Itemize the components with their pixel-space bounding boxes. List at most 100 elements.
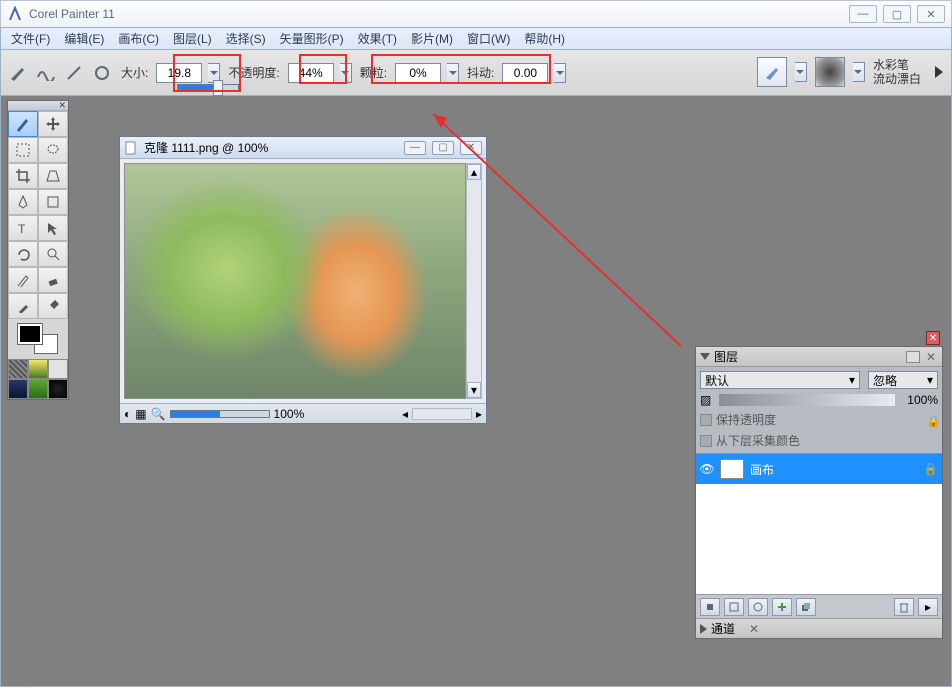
brush-tool[interactable] <box>8 111 38 137</box>
vertical-scrollbar[interactable]: ▴ ▾ <box>466 163 482 399</box>
rotate-tool[interactable] <box>8 241 38 267</box>
channels-header[interactable]: 通道 ✕ <box>696 618 942 638</box>
close-button[interactable]: ✕ <box>917 5 945 23</box>
keep-transparency-checkbox[interactable] <box>700 414 712 426</box>
opacity-dropdown[interactable] <box>340 63 352 83</box>
scroll-up-button[interactable]: ▴ <box>467 164 481 180</box>
channels-close-icon[interactable]: ✕ <box>747 622 761 636</box>
new-layer-plus-button[interactable] <box>772 598 792 616</box>
collapse-triangle-icon[interactable] <box>700 353 710 360</box>
brush-name-display: 水彩笔 流动漂白 <box>873 58 921 86</box>
visibility-eye-icon[interactable]: 👁 <box>700 462 714 476</box>
brush-variant-dropdown[interactable] <box>853 62 865 82</box>
document-titlebar[interactable]: 克隆 1111.png @ 100% — ▢ ✕ <box>120 137 486 159</box>
eyedropper-tool[interactable] <box>8 293 38 319</box>
move-tool[interactable] <box>38 111 68 137</box>
menu-file[interactable]: 文件(F) <box>5 28 56 49</box>
color-wells[interactable] <box>8 319 68 359</box>
lasso-tool[interactable] <box>38 137 68 163</box>
doc-close-button[interactable]: ✕ <box>460 141 482 155</box>
clone-tool[interactable] <box>8 267 38 293</box>
opacity-input[interactable]: 44% <box>288 63 334 83</box>
selection-arrow-tool[interactable] <box>38 215 68 241</box>
hscroll-left[interactable]: ◂ <box>402 407 408 421</box>
menu-layers[interactable]: 图层(L) <box>167 28 218 49</box>
doc-maximize-button[interactable]: ▢ <box>432 141 454 155</box>
bucket-tool[interactable] <box>38 293 68 319</box>
layer-options-button[interactable]: ▸ <box>918 598 938 616</box>
pattern-3[interactable] <box>48 359 68 379</box>
expand-arrow-icon[interactable] <box>935 66 943 78</box>
size-slider-thumb[interactable] <box>213 80 223 96</box>
pattern-6[interactable] <box>48 379 68 399</box>
document-title: 克隆 1111.png @ 100% <box>144 139 268 156</box>
marquee-tool[interactable] <box>8 137 38 163</box>
menu-window[interactable]: 窗口(W) <box>461 28 516 49</box>
jitter-input[interactable]: 0.00 <box>502 63 548 83</box>
freehand-icon[interactable] <box>35 62 57 84</box>
text-tool[interactable]: T <box>8 215 38 241</box>
pen-tool[interactable] <box>8 189 38 215</box>
minimize-button[interactable]: — <box>849 5 877 23</box>
layer-row-canvas[interactable]: 👁 画布 🔒 <box>696 454 942 484</box>
layer-mask-button[interactable] <box>748 598 768 616</box>
maximize-button[interactable]: ▢ <box>883 5 911 23</box>
menu-canvas[interactable]: 画布(C) <box>112 28 165 49</box>
panel-close-icon[interactable]: ✕ <box>924 350 938 364</box>
layers-title: 图层 <box>714 348 738 365</box>
app-title: Corel Painter 11 <box>29 7 849 21</box>
dodge-tool[interactable] <box>38 241 68 267</box>
perspective-tool[interactable] <box>38 163 68 189</box>
pattern-4[interactable] <box>8 379 28 399</box>
layer-list[interactable]: 👁 画布 🔒 <box>696 454 942 594</box>
hscroll-right[interactable]: ▸ <box>476 407 482 421</box>
delete-layer-button[interactable] <box>894 598 914 616</box>
grain-dropdown[interactable] <box>447 63 459 83</box>
layer-opacity-slider[interactable] <box>719 394 895 406</box>
new-layer-button[interactable] <box>724 598 744 616</box>
scroll-down-button[interactable]: ▾ <box>467 382 481 398</box>
eraser-tool[interactable] <box>38 267 68 293</box>
grain-input[interactable]: 0% <box>395 63 441 83</box>
pattern-2[interactable] <box>28 359 48 379</box>
jitter-dropdown[interactable] <box>554 63 566 83</box>
menu-help[interactable]: 帮助(H) <box>518 28 571 49</box>
pattern-5[interactable] <box>28 379 48 399</box>
menu-edit[interactable]: 编辑(E) <box>58 28 110 49</box>
blend-mode-select[interactable]: 默认▾ <box>700 371 860 389</box>
size-input[interactable]: 19.8 <box>156 63 202 83</box>
canvas-area[interactable] <box>124 163 466 399</box>
pick-below-checkbox[interactable] <box>700 435 712 447</box>
pattern-1[interactable] <box>8 359 28 379</box>
line-icon[interactable] <box>63 62 85 84</box>
size-slider[interactable] <box>177 84 239 92</box>
layers-header[interactable]: 图层 ✕ <box>696 347 942 367</box>
crop-tool[interactable] <box>8 163 38 189</box>
channels-triangle-icon[interactable] <box>700 624 707 634</box>
zoom-slider[interactable] <box>170 410 270 418</box>
brush-category-dropdown[interactable] <box>795 62 807 82</box>
doc-minimize-button[interactable]: — <box>404 141 426 155</box>
zoom-icon[interactable]: 🔍 <box>151 407 166 421</box>
menu-select[interactable]: 选择(S) <box>220 28 272 49</box>
brush-tool-icon[interactable] <box>7 62 29 84</box>
panel-menu-icon[interactable] <box>906 351 920 363</box>
composite-select[interactable]: 忽略▾ <box>868 371 938 389</box>
brush-selector[interactable] <box>757 57 787 87</box>
menu-effects[interactable]: 效果(T) <box>352 28 403 49</box>
layer-thumbnail <box>720 459 744 479</box>
duplicate-layer-button[interactable] <box>796 598 816 616</box>
shape-tool[interactable] <box>38 189 68 215</box>
brush-dab-preview[interactable] <box>815 57 845 87</box>
grid-icon[interactable]: ▦ <box>135 407 146 421</box>
panel-group-close[interactable]: ✕ <box>926 331 940 345</box>
dynamic-plugin-button[interactable] <box>700 598 720 616</box>
menu-movie[interactable]: 影片(M) <box>405 28 459 49</box>
reset-icon[interactable] <box>91 62 113 84</box>
info-icon[interactable]: ◐ <box>124 407 131 421</box>
lock-icon[interactable]: 🔒 <box>926 414 938 426</box>
horizontal-scrollbar[interactable] <box>412 408 472 420</box>
menu-shapes[interactable]: 矢量图形(P) <box>274 28 350 49</box>
toolbox-header[interactable]: ✕ <box>8 101 68 111</box>
zoom-value: 100% <box>274 407 305 421</box>
